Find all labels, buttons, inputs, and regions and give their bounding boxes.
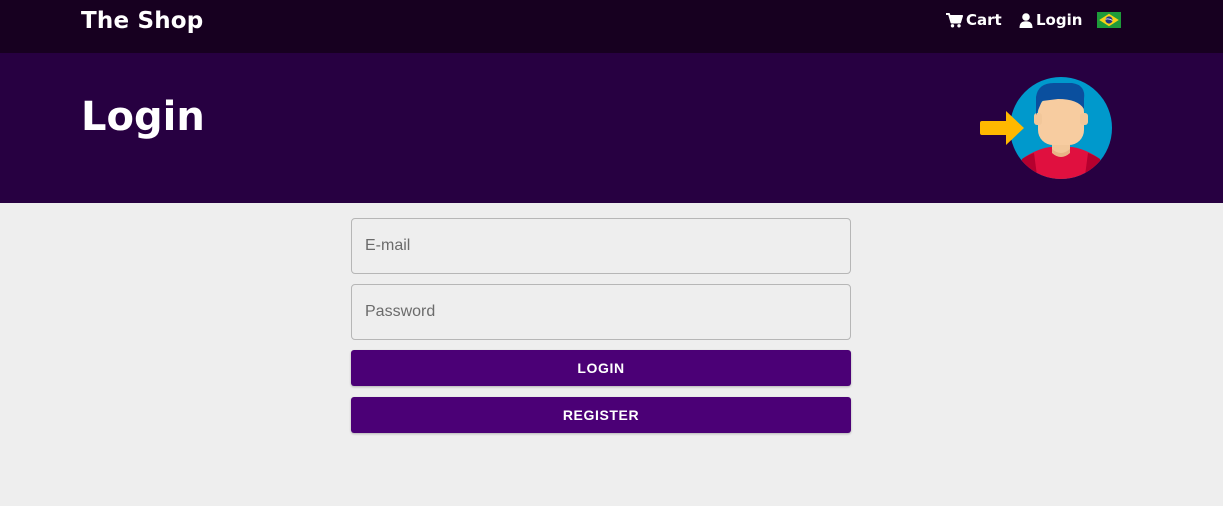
user-login-illustration-icon: [978, 75, 1114, 183]
cart-link[interactable]: Cart: [946, 10, 1002, 30]
top-navbar: The Shop Cart Login: [0, 0, 1223, 53]
password-field[interactable]: [351, 284, 851, 340]
cart-icon: [946, 12, 963, 28]
login-form: LOGIN REGISTER: [351, 218, 851, 433]
brand-logo[interactable]: The Shop: [81, 8, 203, 34]
register-button[interactable]: REGISTER: [351, 397, 851, 433]
cart-label: Cart: [966, 11, 1002, 29]
page-title: Login: [81, 94, 205, 140]
login-link[interactable]: Login: [1019, 10, 1082, 30]
user-icon: [1019, 12, 1033, 28]
login-button[interactable]: LOGIN: [351, 350, 851, 386]
login-label: Login: [1036, 11, 1083, 29]
email-field[interactable]: [351, 218, 851, 274]
page-header: Login: [0, 53, 1223, 203]
brazil-flag-icon[interactable]: [1097, 12, 1121, 28]
